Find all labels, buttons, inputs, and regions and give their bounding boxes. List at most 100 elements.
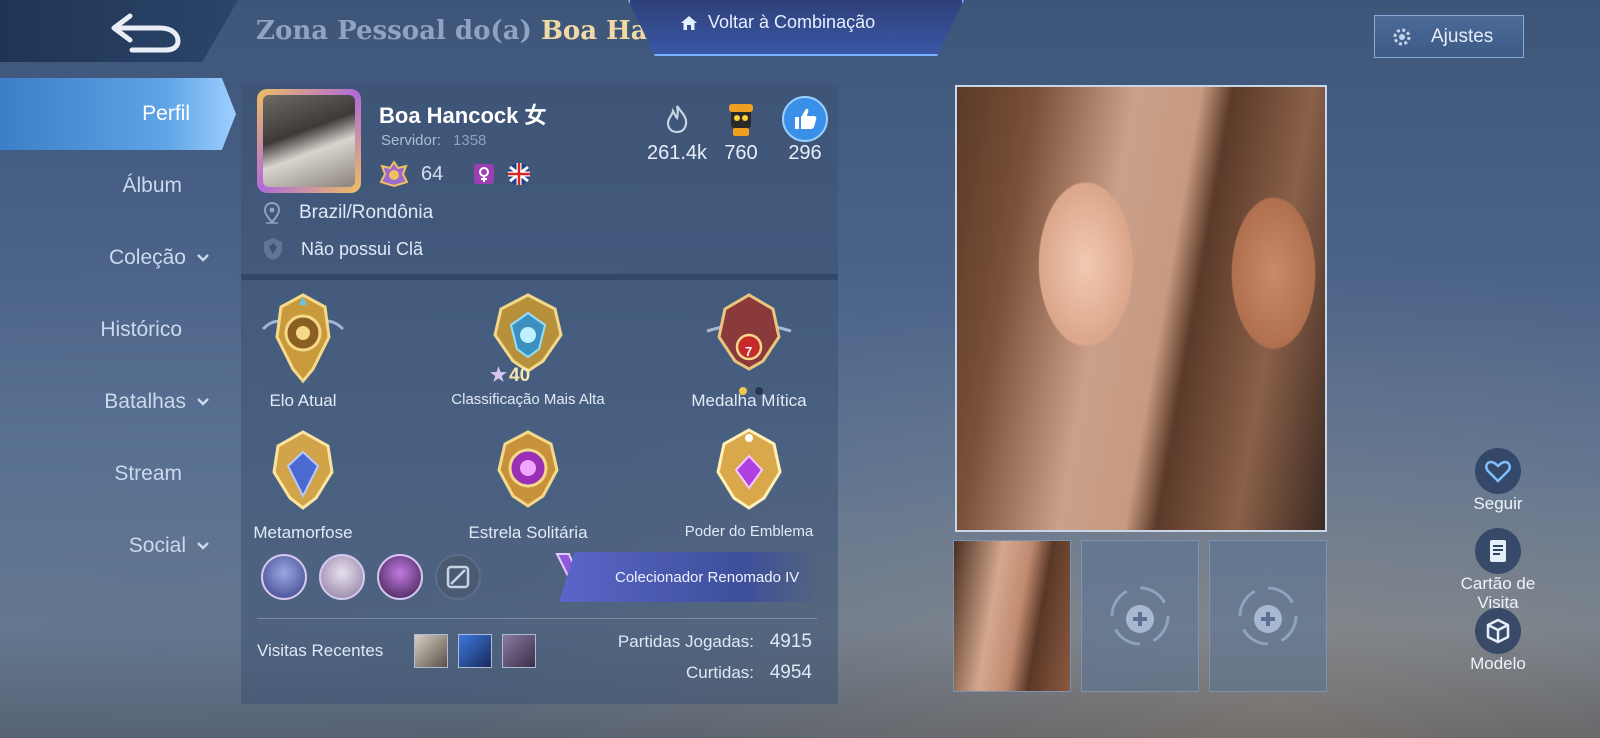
lone-star-medal[interactable]: Estrela Solitária (428, 421, 628, 543)
medal-caption: Poder do Emblema (684, 523, 814, 540)
business-card-label: Cartão de Visita (1460, 574, 1536, 612)
divider (257, 618, 817, 619)
server-label: Servidor: (381, 132, 442, 149)
likes-value: 296 (788, 142, 822, 164)
emblem-power-icon (716, 428, 782, 510)
nav-item-stream[interactable]: Stream (0, 438, 236, 510)
location-pin-icon (263, 202, 281, 224)
album-thumb-photo[interactable] (953, 540, 1071, 692)
rank-medal-icon (261, 293, 345, 384)
profile-panel: Boa Hancock 女 Servidor: 1358 64 261.4k 7… (241, 84, 838, 704)
collector-label: Colecionador Renomado IV (615, 568, 800, 586)
back-to-match-label: Voltar à Combinação (708, 12, 876, 32)
likes-stat[interactable]: 296 (765, 96, 845, 165)
mascot-icon (729, 104, 753, 136)
thumbs-up-icon[interactable] (782, 96, 828, 142)
nav-item-album[interactable]: Álbum (0, 150, 236, 222)
follow-button[interactable]: Seguir (1448, 448, 1548, 513)
heart-icon (1485, 460, 1511, 483)
nav-item-social[interactable]: Social (0, 510, 236, 582)
favorite-heroes (261, 554, 481, 600)
level-row: 64 (379, 160, 531, 188)
metamorphosis-icon (272, 430, 334, 510)
nav-item-label: Histórico (100, 318, 182, 341)
slash-icon (446, 565, 470, 589)
clan-row: Não possui Clã (263, 237, 423, 261)
avatar[interactable] (257, 89, 361, 193)
nav-item-label: Social (128, 534, 186, 557)
medal-caption: Elo Atual (269, 391, 337, 410)
hero-avatar[interactable] (261, 554, 307, 600)
matches-label: Partidas Jogadas: (617, 632, 754, 651)
card-book-icon (1490, 540, 1506, 562)
album-add-slot[interactable] (1081, 540, 1199, 692)
server-id: 1358 (453, 132, 487, 149)
settings-button[interactable]: Ajustes (1374, 15, 1524, 58)
avatar-image (263, 95, 355, 187)
player-name: Boa Hancock 女 (379, 103, 547, 128)
recent-visits-label: Visitas Recentes (257, 641, 384, 660)
nav-item-label: Álbum (122, 174, 182, 197)
emblem-power-medal[interactable]: Poder do Emblema (649, 421, 849, 540)
back-to-match-tab[interactable]: Voltar à Combinação (628, 0, 964, 56)
highest-rank-stars: 40 (509, 364, 531, 386)
nav-item-label: Batalhas (104, 390, 186, 413)
matches-value: 4915 (769, 631, 812, 652)
uk-flag-icon (508, 163, 531, 185)
female-gender-icon (474, 164, 495, 184)
hero-avatar[interactable] (377, 554, 423, 600)
cube-icon (1486, 618, 1510, 644)
back-button[interactable] (0, 0, 238, 62)
likes-total-label: Curtidas: (685, 663, 754, 682)
settings-label: Ajustes (1431, 25, 1494, 47)
nav-item-batalhas[interactable]: Batalhas (0, 366, 236, 438)
mythic-medal-icon (706, 293, 792, 371)
model-button[interactable]: Modelo (1448, 608, 1548, 673)
album-main-photo[interactable] (955, 85, 1327, 532)
mythic-medal[interactable]: 7 Medalha Mítica (649, 289, 849, 411)
model-label: Modelo (1470, 654, 1526, 673)
mythic-rank-number: 7 (745, 344, 753, 359)
chevron-down-icon (197, 254, 209, 262)
visitor-avatar[interactable] (414, 634, 448, 668)
hero-avatar[interactable] (319, 554, 365, 600)
gear-icon (1393, 28, 1411, 45)
album-add-slot[interactable] (1209, 540, 1327, 692)
location-text: Brazil/Rondônia (299, 202, 434, 223)
nav-item-historico[interactable]: Histórico (0, 294, 236, 366)
lone-star-icon (497, 430, 559, 508)
business-card-button[interactable]: Cartão de Visita (1448, 528, 1548, 612)
recent-visitors (414, 634, 536, 668)
add-photo-icon (1110, 586, 1170, 646)
hero-slot-disabled[interactable] (435, 554, 481, 600)
metamorphosis-medal[interactable]: Metamorfose (203, 421, 403, 543)
home-icon (681, 15, 697, 30)
section-divider (241, 274, 838, 280)
follow-label: Seguir (1473, 494, 1523, 513)
location-row: Brazil/Rondônia (263, 202, 433, 224)
flame-icon (666, 105, 688, 134)
nav-item-label: Stream (114, 462, 182, 485)
nav-item-label: Perfil (142, 102, 190, 125)
nav-item-colecao[interactable]: Coleção (0, 222, 236, 294)
collector-title[interactable]: Colecionador Renomado IV (559, 552, 821, 602)
star-icon: ★ (490, 365, 508, 386)
medal-caption: Metamorfose (253, 523, 353, 542)
medal-caption: Classificação Mais Alta (451, 391, 605, 408)
top-bar: Zona Pessoal do(a) Boa Hanco Voltar à Co… (0, 0, 1600, 62)
visitor-avatar[interactable] (502, 634, 536, 668)
current-rank-medal[interactable]: Elo Atual (203, 289, 403, 411)
nav-item-perfil[interactable]: Perfil (0, 78, 236, 150)
page-title-prefix: Zona Pessoal do(a) (256, 16, 541, 46)
game-stats: Partidas Jogadas: 4915 Curtidas: 4954 (618, 626, 812, 688)
likes-total-value: 4954 (769, 662, 812, 683)
back-arrow-icon (111, 13, 181, 53)
nav-item-label: Coleção (108, 246, 186, 269)
clan-text: Não possui Clã (301, 238, 424, 259)
highest-rank-medal[interactable]: ★ 40 Classificação Mais Alta (428, 289, 628, 408)
add-photo-icon (1238, 586, 1298, 646)
server-info: Servidor: 1358 (381, 132, 486, 149)
medal-caption: Estrela Solitária (468, 523, 588, 542)
mythic-progress-dots (739, 387, 763, 395)
visitor-avatar[interactable] (458, 634, 492, 668)
